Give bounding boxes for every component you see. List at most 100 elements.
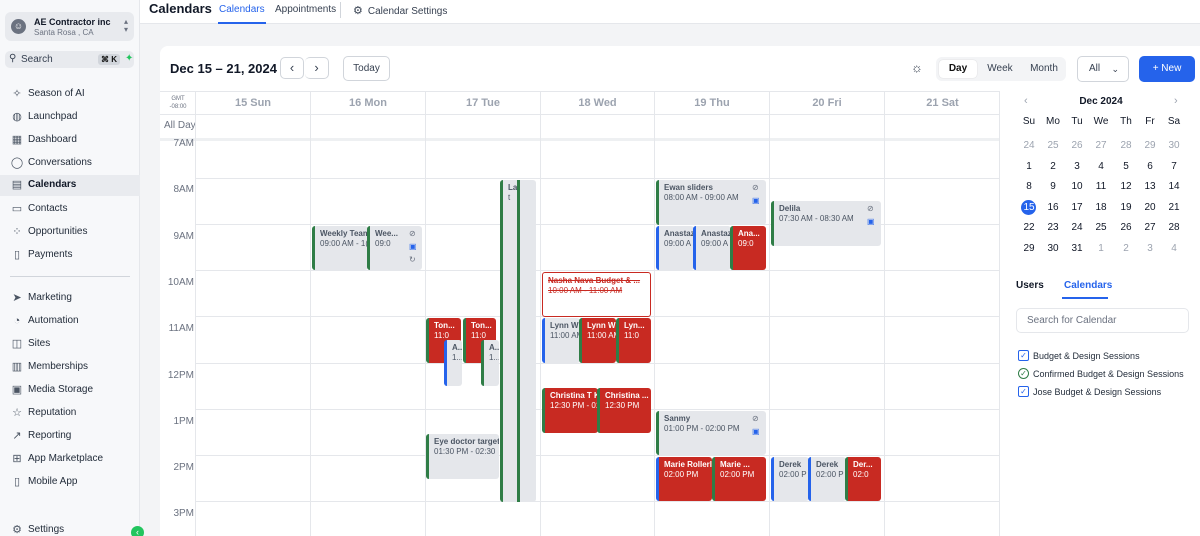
event-card[interactable]: Marie Rollerl 02:00 PM <box>656 457 712 501</box>
nav-mobile-app[interactable]: ▯ Mobile App <box>0 472 140 493</box>
search-bar[interactable]: ⚲ Search ⌘ K ✦ <box>5 51 134 68</box>
day-cell[interactable]: 3 <box>1140 243 1160 254</box>
nav-app-marketplace[interactable]: ⊞ App Marketplace <box>0 449 140 470</box>
collapse-sidebar-button[interactable]: ‹ <box>131 526 144 536</box>
day-cell[interactable]: 16 <box>1043 202 1063 213</box>
view-month[interactable]: Month <box>1023 60 1065 78</box>
nav-settings[interactable]: ⚙ Settings <box>0 520 140 536</box>
view-day[interactable]: Day <box>939 60 977 78</box>
event-card[interactable]: Der... 02:0 <box>845 457 881 501</box>
day-cell[interactable]: 17 <box>1067 202 1087 213</box>
day-cell[interactable]: 30 <box>1043 243 1063 254</box>
event-card[interactable]: Anastaz 09:00 A <box>693 226 731 270</box>
view-week[interactable]: Week <box>981 60 1019 78</box>
event-card[interactable]: A...1... <box>444 340 462 386</box>
event-card[interactable]: Lynn Wil11:00 AM <box>579 318 616 363</box>
day-cell[interactable]: 26 <box>1067 140 1087 151</box>
event-card[interactable]: Derek 02:00 P <box>808 457 846 501</box>
event-card[interactable]: Eye doctor target 01:30 PM - 02:30 <box>426 434 499 479</box>
checkbox-checked-icon[interactable]: ✓ <box>1018 368 1029 379</box>
day-cell[interactable]: 11 <box>1091 181 1111 192</box>
day-cell[interactable]: 28 <box>1116 140 1136 151</box>
day-cell[interactable]: 2 <box>1043 161 1063 172</box>
nav-opportunities[interactable]: ⁘ Opportunities <box>0 222 140 243</box>
day-cell[interactable]: 28 <box>1164 222 1184 233</box>
day-header-tue[interactable]: 17 Tue <box>425 92 540 114</box>
today-button[interactable]: Today <box>343 56 390 81</box>
day-cell[interactable]: 19 <box>1116 202 1136 213</box>
event-card[interactable]: Sanmy 01:00 PM - 02:00 PM <box>656 411 766 455</box>
nav-launchpad[interactable]: ◍ Launchpad <box>0 107 140 128</box>
day-cell[interactable]: 4 <box>1164 243 1184 254</box>
event-card[interactable]: Derek 02:00 P <box>771 457 809 501</box>
nav-conversations[interactable]: ◯ Conversations <box>0 153 140 174</box>
day-cell[interactable]: 6 <box>1140 161 1160 172</box>
day-cell[interactable]: 9 <box>1043 181 1063 192</box>
event-card[interactable]: Christina ... 12:30 PM <box>597 388 651 433</box>
prev-week-button[interactable]: ‹ <box>280 57 304 79</box>
event-card[interactable]: Ana... 09:0 <box>730 226 766 270</box>
day-cell[interactable]: 12 <box>1116 181 1136 192</box>
new-button[interactable]: + New <box>1139 56 1195 82</box>
day-cell[interactable]: 10 <box>1067 181 1087 192</box>
sparkle-icon[interactable]: ✦ <box>125 53 133 64</box>
day-header-wed[interactable]: 18 Wed <box>540 92 654 114</box>
day-cell[interactable]: 3 <box>1067 161 1087 172</box>
filter-select[interactable]: All ⌄ <box>1077 56 1129 82</box>
nav-automation[interactable]: ◔ Automation <box>0 311 140 332</box>
day-cell[interactable]: 15 <box>1019 202 1039 213</box>
day-cell[interactable]: 26 <box>1116 222 1136 233</box>
nav-reporting[interactable]: ↗ Reporting <box>0 426 140 447</box>
event-card[interactable]: Anastaz 09:00 A <box>656 226 694 270</box>
day-cell[interactable]: 30 <box>1164 140 1184 151</box>
nav-contacts[interactable]: ▭ Contacts <box>0 199 140 220</box>
day-cell[interactable]: 14 <box>1164 181 1184 192</box>
day-cell[interactable]: 31 <box>1067 243 1087 254</box>
event-card[interactable]: Marie ... 02:00 PM <box>712 457 766 501</box>
day-cell[interactable]: 29 <box>1140 140 1160 151</box>
day-cell[interactable]: 25 <box>1091 222 1111 233</box>
day-header-mon[interactable]: 16 Mon <box>310 92 425 114</box>
nav-sites[interactable]: ◫ Sites <box>0 334 140 355</box>
lightbulb-icon[interactable]: ☼ <box>911 60 923 75</box>
nav-dashboard[interactable]: ▦ Dashboard <box>0 130 140 151</box>
day-cell[interactable]: 1 <box>1019 161 1039 172</box>
day-cell[interactable]: 24 <box>1067 222 1087 233</box>
tab-calendars[interactable]: Calendars <box>219 4 265 15</box>
day-cell[interactable]: 25 <box>1043 140 1063 151</box>
day-cell[interactable]: 20 <box>1140 202 1160 213</box>
event-card[interactable]: Ewan sliders 08:00 AM - 09:00 AM <box>656 180 766 225</box>
day-cell[interactable]: 27 <box>1140 222 1160 233</box>
day-cell[interactable]: 22 <box>1019 222 1039 233</box>
day-cell[interactable]: 29 <box>1019 243 1039 254</box>
event-card[interactable]: Lynn Wi 11:00 AM <box>542 318 580 363</box>
day-cell[interactable]: 23 <box>1043 222 1063 233</box>
day-header-fri[interactable]: 20 Fri <box>769 92 884 114</box>
checkbox-checked-icon[interactable]: ✓ <box>1018 386 1029 397</box>
event-card[interactable]: Weekly Team 09:00 AM - 1( <box>312 226 368 270</box>
day-cell[interactable]: 2 <box>1116 243 1136 254</box>
event-card[interactable]: Lyn... 11:0 <box>616 318 651 363</box>
day-header-sat[interactable]: 21 Sat <box>884 92 1000 114</box>
day-header-sun[interactable]: 15 Sun <box>195 92 310 114</box>
account-switcher[interactable]: ☺ AE Contractor inc Santa Rosa , CA ▴ ▾ <box>5 12 134 41</box>
nav-media-storage[interactable]: ▣ Media Storage <box>0 380 140 401</box>
nav-calendars[interactable]: ▤ Calendars <box>0 175 140 196</box>
day-cell[interactable]: 27 <box>1091 140 1111 151</box>
tab-calendars-list[interactable]: Calendars <box>1064 280 1112 291</box>
event-card[interactable]: Delila 07:30 AM - 08:30 AM <box>771 201 881 246</box>
next-week-button[interactable]: › <box>305 57 329 79</box>
event-card[interactable]: Christina T K 12:30 PM - 01 <box>542 388 598 433</box>
day-cell[interactable]: 4 <box>1091 161 1111 172</box>
tab-calendar-settings[interactable]: ⚙ Calendar Settings <box>353 4 447 17</box>
nav-memberships[interactable]: ▥ Memberships <box>0 357 140 378</box>
day-cell[interactable]: 8 <box>1019 181 1039 192</box>
day-cell[interactable]: 13 <box>1140 181 1160 192</box>
nav-payments[interactable]: ▯ Payments <box>0 245 140 266</box>
event-card[interactable]: A...1... <box>481 340 499 386</box>
event-card[interactable]: Nasha Nava Budget & ... 10:00 AM - 11:00 … <box>542 272 651 317</box>
calendar-search-input[interactable]: Search for Calendar <box>1016 308 1189 333</box>
day-cell[interactable]: 7 <box>1164 161 1184 172</box>
day-cell[interactable]: 1 <box>1091 243 1111 254</box>
nav-reputation[interactable]: ☆ Reputation <box>0 403 140 424</box>
